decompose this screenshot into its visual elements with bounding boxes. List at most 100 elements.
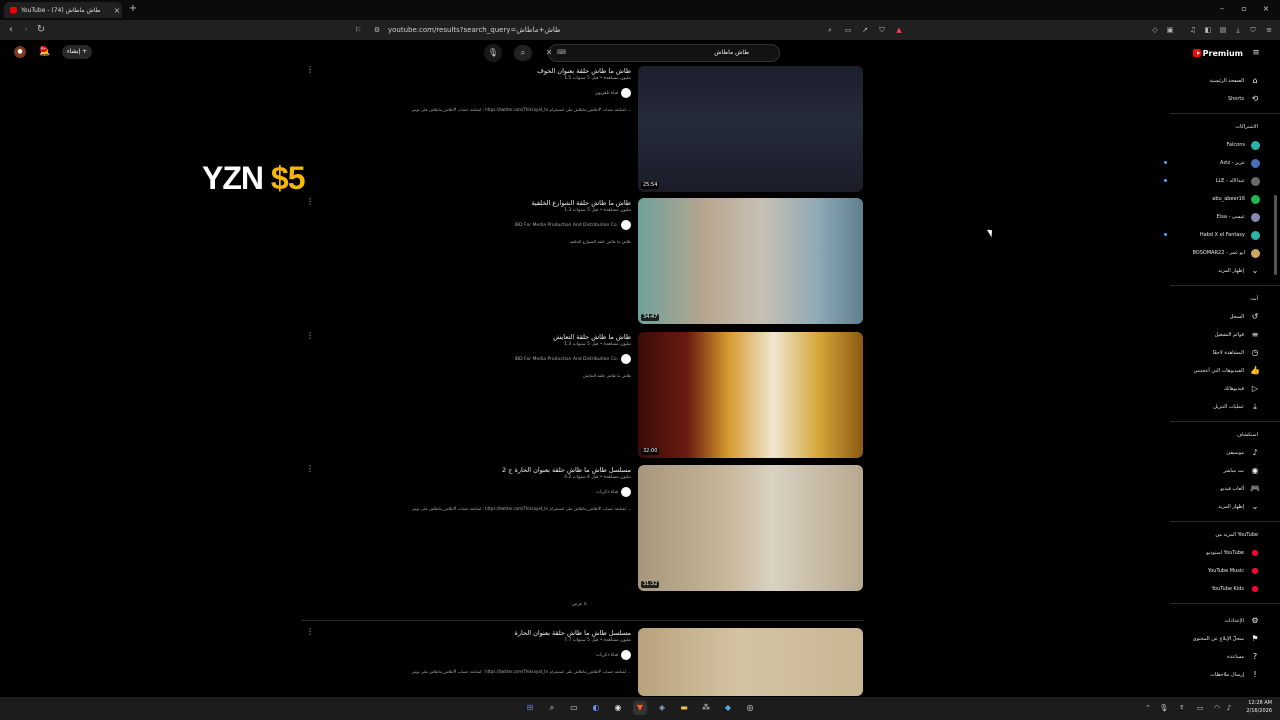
tab-close-icon[interactable]: × xyxy=(112,6,122,15)
cast-icon[interactable]: ▭ xyxy=(843,25,853,35)
create-button[interactable]: إنشاء + xyxy=(62,45,92,59)
you-heading[interactable]: أنت xyxy=(1250,296,1258,302)
zoom-icon[interactable]: ⌕ xyxy=(825,25,835,35)
site-info-icon[interactable]: ⚙ xyxy=(372,25,382,35)
more-actions-icon[interactable]: ⋮ xyxy=(306,627,314,637)
search-input[interactable]: ✕ ⌨ طاش ماطاش xyxy=(546,44,780,62)
sidebar-item[interactable]: سجلّ الإبلاغ عن المحتوى ⚑ xyxy=(1150,632,1260,646)
address-bar[interactable]: youtube.com/results?search_query=طاش+ماط… xyxy=(388,25,748,35)
sidebar-item[interactable]: موسيقى ♪ xyxy=(1150,446,1260,460)
video-thumbnail[interactable]: 31:32 xyxy=(638,465,863,591)
sidebar-toggle-icon[interactable]: ◧ xyxy=(1203,25,1213,35)
language-indicator[interactable]: E xyxy=(1177,703,1187,713)
explore-heading[interactable]: استكشاف xyxy=(1237,432,1258,438)
sidebar-item[interactable]: إظهار المزيد ⌄ xyxy=(1150,264,1260,278)
file-explorer-icon[interactable]: ▬ xyxy=(677,701,691,715)
sidebar-scrollbar[interactable] xyxy=(1274,195,1277,275)
subscriptions-heading[interactable]: الاشتراكات xyxy=(1235,124,1258,130)
sidebar-item[interactable]: ألعاب فيديو 🎮 xyxy=(1150,482,1260,496)
sidebar-item[interactable]: بث مباشر ◉ xyxy=(1150,464,1260,478)
video-title[interactable]: مسلسل طاش ما طاش حلقة بعنوان الحارة ج 2 xyxy=(291,466,631,474)
video-thumbnail[interactable]: 34:47 xyxy=(638,198,863,324)
sidebar-item[interactable]: استوديو YouTube ● xyxy=(1150,546,1260,560)
channel-link[interactable]: IBD For Media Production And Distributio… xyxy=(515,354,631,364)
sidebar-item[interactable]: إظهار المزيد ⌄ xyxy=(1150,500,1260,514)
mic-tray-icon[interactable]: 🎙 xyxy=(1159,703,1169,713)
more-actions-icon[interactable]: ⋮ xyxy=(306,197,314,207)
brave-browser-icon[interactable]: ▼ xyxy=(633,701,647,715)
channel-link[interactable]: قناة ذكريات xyxy=(596,650,631,660)
sidebar-item[interactable]: YouTube Music ● xyxy=(1150,564,1260,578)
channel-link[interactable]: قناة ذكريات xyxy=(596,487,631,497)
sidebar-item[interactable]: الفيديوهات التي أعجبتني 👍 xyxy=(1150,364,1260,378)
tabs-icon[interactable]: ▤ xyxy=(1218,25,1228,35)
wallet-icon[interactable]: ▣ xyxy=(1165,25,1175,35)
window-close-button[interactable]: × xyxy=(1260,3,1272,15)
browser-menu-icon[interactable]: ≡ xyxy=(1264,25,1274,35)
sidebar-item[interactable]: Shorts ⟲ xyxy=(1150,92,1260,106)
app-icon-3[interactable]: ◆ xyxy=(721,701,735,715)
sidebar-item[interactable]: السجل ↺ xyxy=(1150,310,1260,324)
download-icon[interactable]: ⤓ xyxy=(1233,25,1243,35)
video-title[interactable]: طاش ما طاش حلقة التعايش xyxy=(291,333,631,341)
video-title[interactable]: طاش ما طاش حلقة بعنوان الخوف xyxy=(291,67,631,75)
share-icon[interactable]: ↗ xyxy=(860,25,870,35)
browser-tab-youtube[interactable]: YouTube - طاش ماطاش (74) × xyxy=(4,2,122,18)
taskbar-clock[interactable]: 12:28 AM 2/16/2026 xyxy=(1236,699,1272,715)
discord-icon[interactable]: ◐ xyxy=(589,701,603,715)
reload-icon[interactable]: ↻ xyxy=(35,24,47,36)
sidebar-item[interactable]: Aziz - عزيز xyxy=(1150,156,1260,170)
back-arrow-icon[interactable]: ‹ xyxy=(5,24,17,36)
more-actions-icon[interactable]: ⋮ xyxy=(306,331,314,341)
sidebar-item[interactable]: قوائم التشغيل ≡ xyxy=(1150,328,1260,342)
minimize-button[interactable]: – xyxy=(1216,3,1228,15)
obs-icon[interactable]: ◎ xyxy=(743,701,757,715)
extensions-icon[interactable]: ◇ xyxy=(1150,25,1160,35)
more-actions-icon[interactable]: ⋮ xyxy=(306,65,314,75)
keyboard-icon[interactable]: ⌨ xyxy=(557,45,566,61)
video-title[interactable]: طاش ما طاش حلقة الشوارع الخلفية xyxy=(291,199,631,207)
sidebar-item[interactable]: Habd X el Fantasy xyxy=(1150,228,1260,242)
video-thumbnail[interactable]: 25:54 xyxy=(638,66,863,192)
volume-icon[interactable]: ♪ xyxy=(1224,703,1234,713)
search-button-icon[interactable]: ⌕ xyxy=(514,45,532,61)
bookmark-icon[interactable]: ⚐ xyxy=(353,25,363,35)
sidebar-item[interactable]: فيديوهاتك ▷ xyxy=(1150,382,1260,396)
windows-start-icon[interactable]: ⊞ xyxy=(523,701,537,715)
video-thumbnail[interactable] xyxy=(638,628,863,696)
sidebar-item[interactable]: إرسال ملاحظات! xyxy=(1150,668,1260,682)
sidebar-item[interactable]: الصفحة الرئيسية ⌂ xyxy=(1150,74,1260,88)
sidebar-item[interactable]: YouTube Kids ● xyxy=(1150,582,1260,596)
youtube-premium-logo[interactable]: Premium xyxy=(1193,47,1243,59)
sidebar-item[interactable]: abu_abeer16 xyxy=(1150,192,1260,206)
maximize-button[interactable]: ▫ xyxy=(1238,3,1250,15)
voice-search-mic-icon[interactable]: 🎙 xyxy=(484,44,502,62)
sidebar-item[interactable]: Eisa - عيسى xyxy=(1150,210,1260,224)
channel-link[interactable]: IBD For Media Production And Distributio… xyxy=(515,220,631,230)
new-tab-button[interactable]: + xyxy=(127,3,139,15)
sidebar-item[interactable]: BOSOMAR22 - ابو عمر xyxy=(1150,246,1260,260)
channel-link[interactable]: قناة تلفزيون xyxy=(595,88,631,98)
vpn-icon[interactable]: ⛉ xyxy=(1248,25,1258,35)
shield-icon[interactable]: ⛉ xyxy=(877,25,887,35)
app-icon-2[interactable]: ⁂ xyxy=(699,701,713,715)
media-icon[interactable]: ♫ xyxy=(1188,25,1198,35)
network-icon[interactable]: ▭ xyxy=(1195,703,1205,713)
sidebar-item[interactable]: LLE - عبدالاله xyxy=(1150,174,1260,188)
taskbar-search-icon[interactable]: ⌕ xyxy=(545,701,559,715)
guide-menu-icon[interactable]: ≡ xyxy=(1250,47,1262,59)
more-from-youtube-heading[interactable]: المزيد من YouTube xyxy=(1215,532,1258,538)
video-title[interactable]: مسلسل طاش ما طاش حلقة بعنوان الحارة xyxy=(291,629,631,637)
sidebar-item[interactable]: Falcons xyxy=(1150,138,1260,152)
task-view-icon[interactable]: ▭ xyxy=(567,701,581,715)
brave-rewards-icon[interactable]: ▲ xyxy=(894,25,904,35)
more-results-label[interactable]: ٥٠ عرض xyxy=(572,602,589,607)
account-avatar[interactable]: ● xyxy=(14,46,26,58)
steam-icon[interactable]: ◈ xyxy=(655,701,669,715)
forward-arrow-icon[interactable]: › xyxy=(20,24,32,36)
app-icon[interactable]: ◉ xyxy=(611,701,625,715)
sidebar-item[interactable]: الإعدادات ⚙ xyxy=(1150,614,1260,628)
wifi-icon[interactable]: ◠ xyxy=(1212,703,1222,713)
more-actions-icon[interactable]: ⋮ xyxy=(306,464,314,474)
sidebar-item[interactable]: عمليات التنزيل ⤓ xyxy=(1150,400,1260,414)
